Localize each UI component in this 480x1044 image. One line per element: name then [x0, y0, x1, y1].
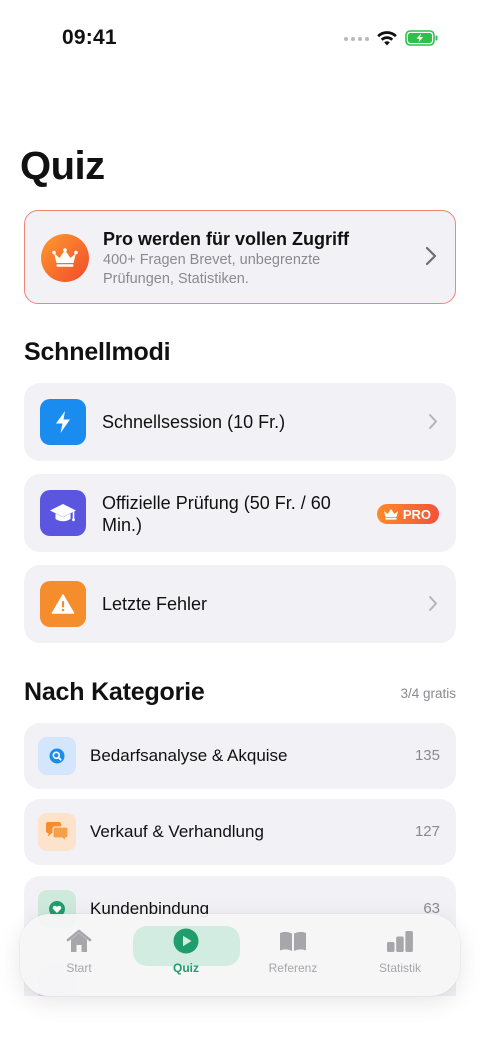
tab-reference[interactable]: Referenz: [240, 926, 346, 982]
section-title-quick-modes: Schnellmodi: [24, 338, 171, 366]
category-label: Bedarfsanalyse & Akquise: [90, 746, 288, 765]
crown-icon: [383, 509, 398, 520]
home-icon: [65, 926, 93, 956]
signal-dots-icon: [344, 37, 369, 41]
quick-session-card[interactable]: Schnellsession (10 Fr.): [24, 383, 456, 461]
last-mistakes-label: Letzte Fehler: [102, 594, 208, 614]
pro-banner-title: Pro werden für vollen Zugriff: [103, 229, 350, 249]
page-title: Quiz: [20, 144, 105, 188]
pro-badge-label: PRO: [402, 506, 431, 522]
category-count: 135: [414, 747, 440, 764]
tab-start[interactable]: Start: [26, 926, 132, 982]
wifi-icon: [377, 31, 397, 46]
warning-icon: [40, 581, 86, 627]
tab-start-label: Start: [66, 961, 92, 975]
tab-reference-label: Referenz: [268, 961, 318, 975]
chevron-right-icon: [425, 246, 437, 266]
tab-quiz[interactable]: Quiz: [133, 926, 239, 982]
bar-chart-icon: [385, 926, 415, 956]
category-row[interactable]: Verkauf & Verhandlung 127: [24, 799, 456, 865]
official-exam-label: Offizielle Prüfung (50 Fr. / 60 Min.): [102, 493, 331, 535]
category-row[interactable]: Bedarfsanalyse & Akquise 135: [24, 723, 456, 789]
play-circle-icon: [172, 926, 200, 956]
category-label: Verkauf & Verhandlung: [90, 822, 264, 841]
quick-session-label: Schnellsession (10 Fr.): [102, 412, 286, 432]
chat-bubbles-icon: [38, 813, 76, 851]
chevron-right-icon: [429, 414, 437, 429]
tab-statistics[interactable]: Statistik: [347, 926, 453, 982]
status-time: 09:41: [62, 26, 117, 49]
tab-quiz-label: Quiz: [173, 961, 199, 975]
free-categories-count: 3/4 gratis: [400, 686, 456, 701]
crown-icon: [41, 234, 89, 282]
official-exam-card[interactable]: Offizielle Prüfung (50 Fr. / 60 Min.) PR…: [24, 474, 456, 552]
book-icon: [278, 926, 308, 956]
status-bar: 09:41: [0, 0, 480, 78]
bottom-fade: [0, 996, 480, 1044]
tab-statistics-label: Statistik: [378, 961, 421, 975]
tab-bar: Start Quiz Referenz Statistik: [20, 914, 460, 996]
bolt-icon: [40, 399, 86, 445]
last-mistakes-card[interactable]: Letzte Fehler: [24, 565, 456, 643]
graduation-cap-icon: [40, 490, 86, 536]
category-count: 127: [414, 823, 440, 840]
pro-upgrade-banner[interactable]: Pro werden für vollen Zugriff 400+ Frage…: [24, 210, 456, 304]
battery-charging-icon: [405, 30, 438, 46]
pro-banner-subtitle: 400+ Fragen Brevet, unbegrenzte Prüfunge…: [103, 252, 321, 287]
pro-badge: PRO: [376, 504, 439, 524]
section-title-categories: Nach Kategorie: [24, 678, 205, 706]
chevron-right-icon: [429, 596, 437, 611]
search-icon: [38, 737, 76, 775]
